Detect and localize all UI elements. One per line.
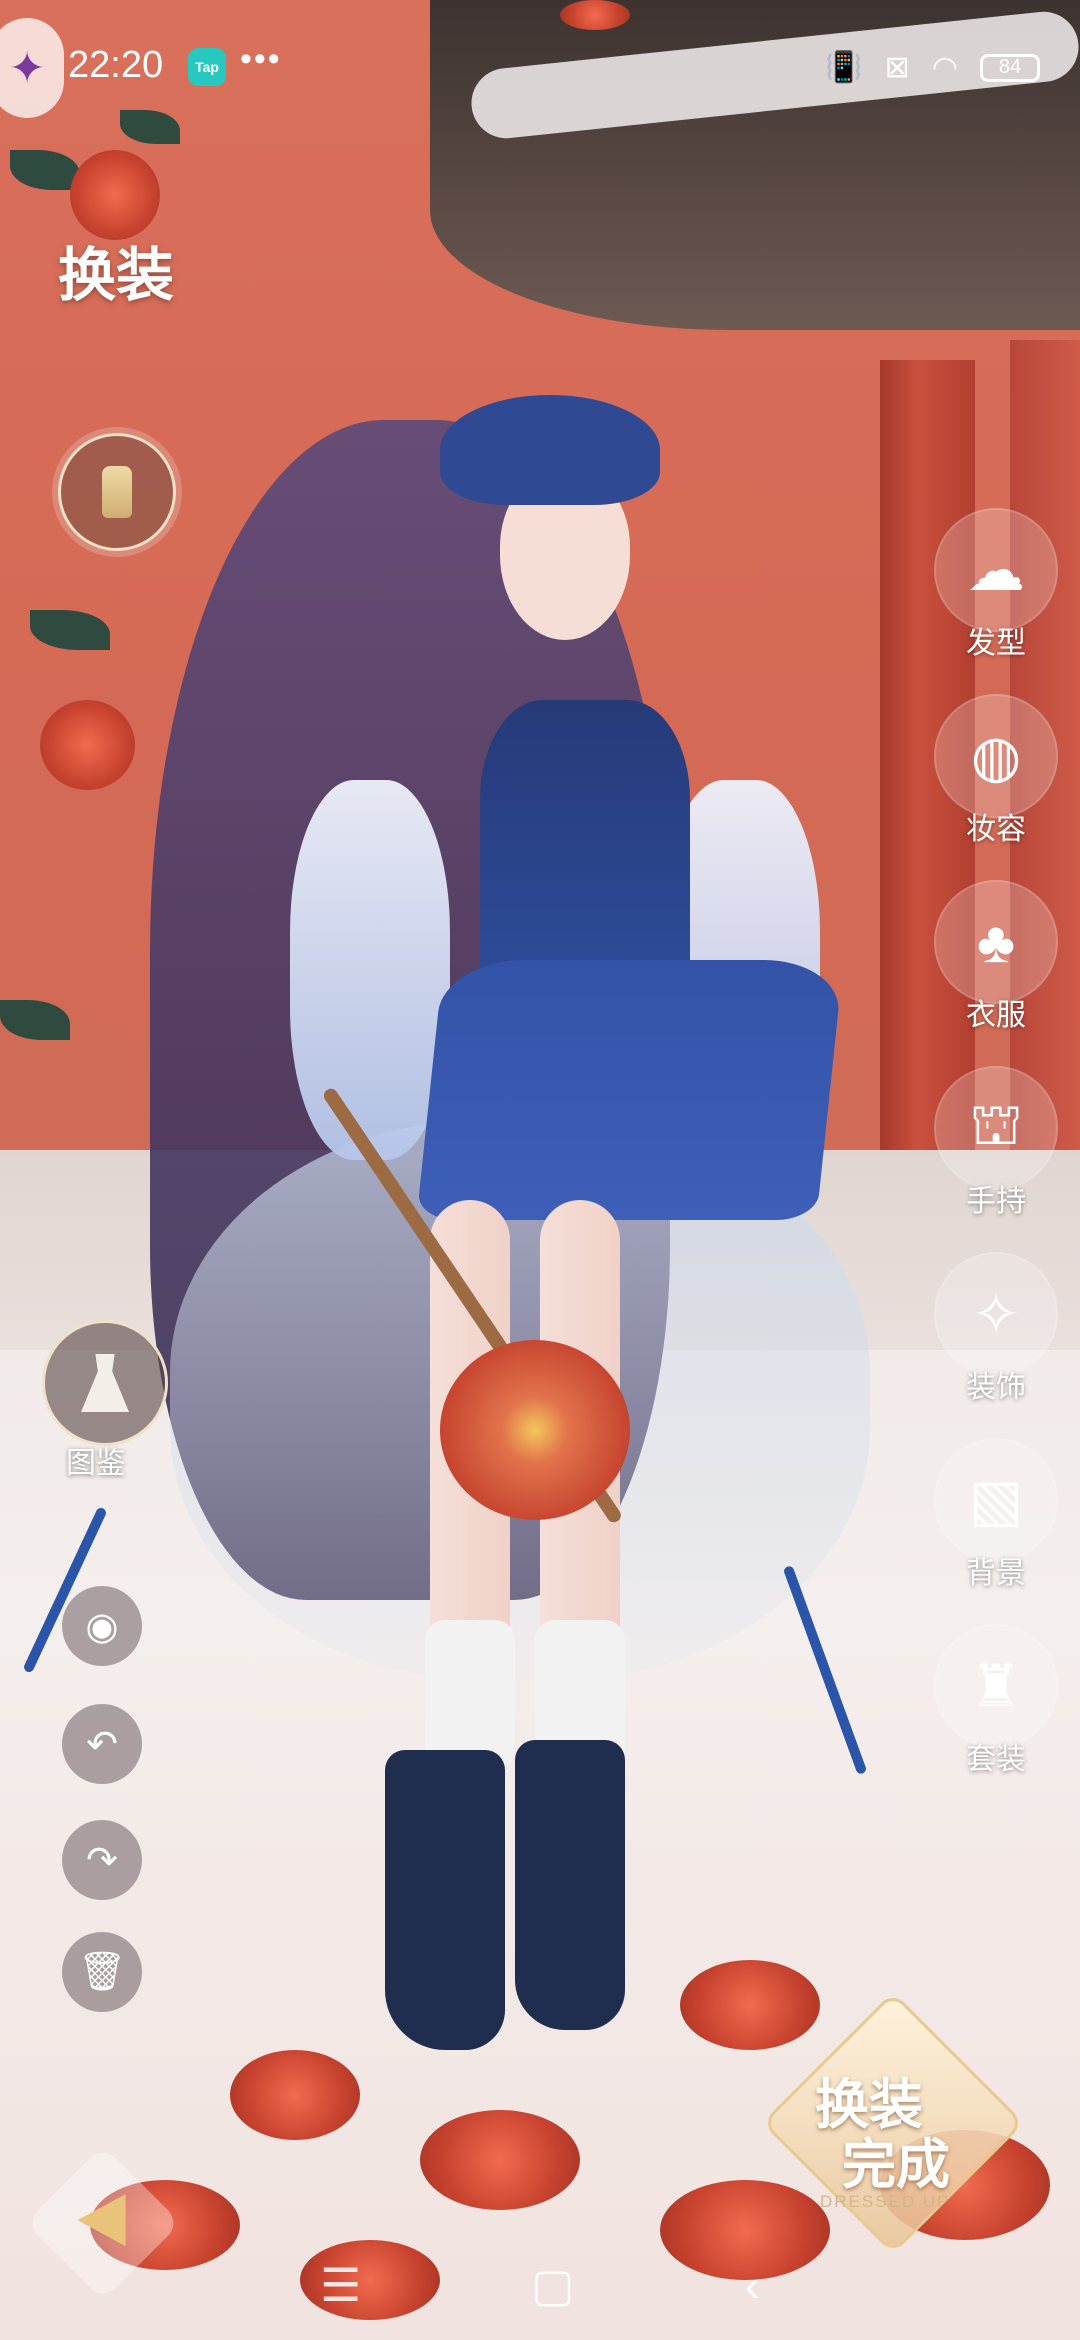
delete-button[interactable]: 🗑	[62, 1932, 142, 2012]
character-left-sleeve	[290, 780, 450, 1160]
category-label: 背景	[966, 1557, 1026, 1590]
makeup-icon: ◍	[970, 724, 1022, 789]
back-nav-icon[interactable]: ‹	[745, 2258, 760, 2312]
menu-nav-icon[interactable]: ☰	[320, 2258, 361, 2312]
page-title: 换装	[58, 241, 175, 309]
category-background[interactable]: ▧ 背景	[934, 1438, 1058, 1624]
outfit-set-icon: ♜	[970, 1654, 1022, 1719]
catalog-button[interactable]	[42, 1320, 168, 1446]
character-left-boot	[385, 1750, 505, 2050]
category-outfit-set[interactable]: ♜ 套装	[934, 1624, 1058, 1810]
dressed-character[interactable]	[0, 0, 1080, 2340]
status-bar: ✦ 22:20 Tap ••• 📳 ⊠ ◠ 84	[0, 0, 1080, 130]
more-notifications-icon: •••	[240, 40, 282, 78]
redo-button[interactable]: ↷	[62, 1820, 142, 1900]
held-camellia-flower	[440, 1340, 630, 1520]
system-navigation-bar: ☰ ▢ ‹	[0, 2230, 1080, 2340]
category-handheld[interactable]: ⛫ 手持	[934, 1066, 1058, 1252]
vibrate-off-icon: 📳	[825, 51, 863, 84]
status-time: 22:20	[68, 44, 164, 86]
decoration-icon: ✧	[971, 1282, 1021, 1347]
catalog-label: 图鉴	[66, 1447, 126, 1480]
category-label: 套装	[966, 1743, 1026, 1776]
redo-icon: ↷	[86, 1839, 118, 1882]
category-hairstyle[interactable]: ☁ 发型	[934, 508, 1058, 694]
category-label: 衣服	[966, 999, 1026, 1032]
no-sim-icon: ⊠	[884, 51, 910, 84]
done-label-line2: 完成	[842, 2132, 950, 2196]
trash-icon: 🗑	[77, 1951, 127, 1993]
background-icon: ▧	[968, 1468, 1024, 1533]
battery-indicator: 84	[980, 53, 1040, 82]
beauty-lotion-button[interactable]	[58, 433, 176, 551]
category-label: 手持	[966, 1185, 1026, 1218]
category-clothes[interactable]: ♣ 衣服	[934, 880, 1058, 1066]
category-label: 装饰	[966, 1371, 1026, 1404]
character-dress-skirt	[416, 960, 844, 1220]
blue-ribbon	[782, 1564, 868, 1776]
handheld-icon: ⛫	[969, 1091, 1023, 1157]
category-decoration[interactable]: ✧ 装饰	[934, 1252, 1058, 1438]
category-label: 妆容	[966, 813, 1026, 846]
home-nav-icon[interactable]: ▢	[531, 2258, 574, 2312]
lotion-bottle-icon	[102, 466, 132, 518]
dressed-up-done-button[interactable]: 换装 完成 DRESSED UP	[761, 1991, 1025, 2255]
hide-ui-button[interactable]: ◉	[62, 1586, 142, 1666]
category-menu: ☁ 发型 ◍ 妆容 ♣ 衣服 ⛫ 手持 ✧ 装饰 ▧ 背景 ♜ 套装	[934, 508, 1058, 1810]
game-app-logo[interactable]: ✦	[0, 18, 64, 118]
character-left-sock	[425, 1620, 515, 1770]
undo-icon: ↶	[86, 1723, 118, 1766]
wifi-icon: ◠	[931, 51, 958, 84]
done-subtitle: DRESSED UP	[820, 2192, 951, 2211]
undo-button[interactable]: ↶	[62, 1704, 142, 1784]
category-label: 发型	[966, 627, 1026, 660]
taptap-badge: Tap	[188, 48, 226, 86]
eye-icon: ◉	[85, 1605, 119, 1648]
hairstyle-icon: ☁	[967, 538, 1025, 603]
dress-icon	[81, 1354, 129, 1412]
category-makeup[interactable]: ◍ 妆容	[934, 694, 1058, 880]
character-beret	[440, 395, 660, 505]
clothes-icon: ♣	[976, 909, 1016, 975]
character-right-boot	[515, 1740, 625, 2030]
